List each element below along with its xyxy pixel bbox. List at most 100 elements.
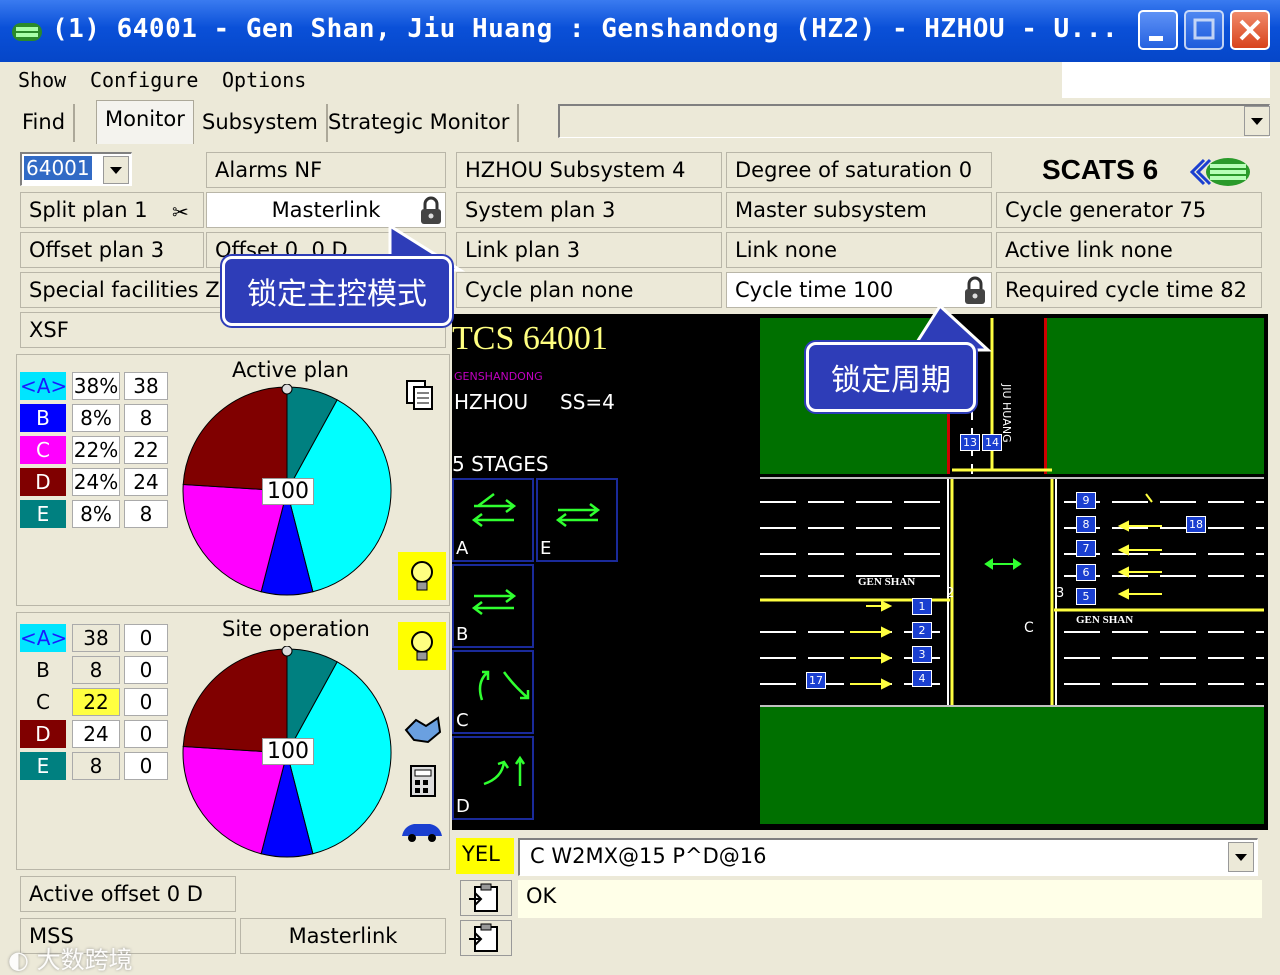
legend-chip: B [20, 404, 66, 432]
legend-chip: <A> [20, 624, 68, 652]
site-operation-title: Site operation [222, 617, 370, 641]
calculator-icon[interactable] [408, 764, 438, 803]
legend-pct: 8% [72, 500, 120, 528]
legend-pct: 8% [72, 404, 120, 432]
legend-value: 8 [72, 752, 120, 780]
legend-chip: B [20, 656, 66, 684]
detector[interactable]: 7 [1076, 540, 1096, 557]
history-button[interactable] [460, 920, 512, 956]
legend-value-2: 0 [124, 624, 168, 652]
mode-badge: YEL [456, 838, 514, 874]
menu-show[interactable]: Show [18, 68, 66, 92]
required-cycle-cell: Required cycle time 82 [996, 272, 1262, 308]
watermark-logo-icon: ◐ [8, 946, 29, 974]
close-button[interactable] [1230, 10, 1270, 50]
chevron-down-icon [1235, 854, 1247, 861]
detector[interactable]: 8 [1076, 516, 1096, 533]
app-icon [12, 22, 42, 41]
menu-options[interactable]: Options [222, 68, 306, 92]
tab-monitor[interactable]: Monitor [96, 100, 194, 144]
legend-value: 22 [124, 436, 168, 464]
site-select-value: 64001 [24, 156, 92, 180]
site-operation-center-label: 100 [262, 738, 314, 765]
clipboard-icon [469, 883, 498, 912]
center-label: C [1024, 620, 1034, 636]
legend-pct: 22% [72, 436, 120, 464]
detector-17[interactable]: 17 [806, 672, 826, 689]
pie-slice-d [182, 386, 288, 492]
legend-value: 8 [124, 404, 168, 432]
system-plan-cell: System plan 3 [456, 192, 722, 228]
degree-saturation-cell: Degree of saturation 0 [726, 152, 992, 188]
legend-chip: D [20, 468, 66, 496]
detector[interactable]: 6 [1076, 564, 1096, 581]
detector[interactable]: 4 [912, 670, 932, 687]
copy-plan-icon[interactable] [404, 378, 438, 417]
lightbulb-icon[interactable] [398, 552, 446, 600]
tab-strip-field [558, 104, 1270, 138]
pie-handle[interactable] [281, 384, 293, 395]
tab-dropdown-button[interactable] [1244, 106, 1270, 136]
detector[interactable]: 1 [912, 598, 932, 615]
detector-14[interactable]: 14 [982, 434, 1002, 451]
legend-value-2: 0 [124, 688, 168, 716]
masterlink-bottom-cell[interactable]: Masterlink [240, 918, 446, 954]
site-select-arrow[interactable] [103, 156, 129, 184]
response-field-2 [518, 920, 1262, 958]
alarms-cell: Alarms NF [206, 152, 446, 188]
detector[interactable]: 2 [912, 622, 932, 639]
lightbulb-icon[interactable] [398, 622, 446, 670]
cycle-plan-cell: Cycle plan none [456, 272, 722, 308]
legend-value: 24 [72, 720, 120, 748]
chevron-down-icon [110, 167, 122, 174]
maximize-button[interactable] [1184, 10, 1224, 50]
legend-chip: E [20, 500, 66, 528]
legend-value-2: 0 [124, 656, 168, 684]
detector-13[interactable]: 13 [960, 434, 980, 451]
site-select[interactable]: 64001 [20, 152, 132, 186]
legend-chip: C [20, 688, 66, 716]
send-command-button[interactable] [460, 880, 512, 916]
command-dropdown-button[interactable] [1228, 842, 1254, 872]
legend-value: 22 [72, 688, 120, 716]
watermark: ◐ 大数跨境 [8, 940, 133, 975]
scissors-icon: ✂ [172, 200, 189, 224]
window-title: (1) 64001 - Gen Shan, Jiu Huang : Gensha… [52, 14, 1119, 44]
brand-title: SCATS 6 [1042, 154, 1159, 185]
pie-handle[interactable] [281, 646, 293, 657]
response-field: OK [518, 880, 1262, 918]
callout-lock-cycle: 锁定周期 [806, 342, 976, 412]
handshake-icon[interactable] [404, 712, 442, 751]
legend-chip: D [20, 720, 66, 748]
car-icon[interactable] [398, 816, 446, 849]
active-plan-center-label: 100 [262, 478, 314, 505]
cycle-generator-cell: Cycle generator 75 [996, 192, 1262, 228]
detector[interactable]: 9 [1076, 492, 1096, 509]
detector[interactable]: 5 [1076, 588, 1096, 605]
tab-find[interactable]: Find [14, 104, 76, 142]
marker-2: 2 [946, 586, 955, 601]
detector[interactable]: 3 [912, 646, 932, 663]
tab-strategic-monitor[interactable]: Strategic Monitor [320, 104, 520, 142]
tab-subsystem[interactable]: Subsystem [194, 104, 328, 142]
chevron-down-icon [1251, 118, 1263, 125]
legend-chip: <A> [20, 372, 68, 400]
menu-right-field [1062, 62, 1270, 98]
masterlink-bottom-label: Masterlink [288, 924, 398, 948]
legend-pct: 38% [72, 372, 120, 400]
road-label-left: GEN SHAN [858, 576, 916, 588]
active-offset-cell: Active offset 0 D [20, 876, 236, 912]
legend-chip: E [20, 752, 66, 780]
legend-value: 38 [124, 372, 168, 400]
command-input[interactable]: C W2MX@15 P^D@16 [518, 838, 1258, 876]
road-label-right: GEN SHAN [1076, 614, 1134, 626]
watermark-text: 大数跨境 [36, 946, 133, 974]
detector-18[interactable]: 18 [1186, 516, 1206, 533]
link-plan-cell: Link plan 3 [456, 232, 722, 268]
close-icon [1239, 19, 1261, 41]
offset-plan-cell: Offset plan 3 [20, 232, 204, 268]
legend-value: 8 [72, 656, 120, 684]
minimize-button[interactable] [1138, 10, 1178, 50]
menu-configure[interactable]: Configure [90, 68, 198, 92]
legend-value: 24 [124, 468, 168, 496]
